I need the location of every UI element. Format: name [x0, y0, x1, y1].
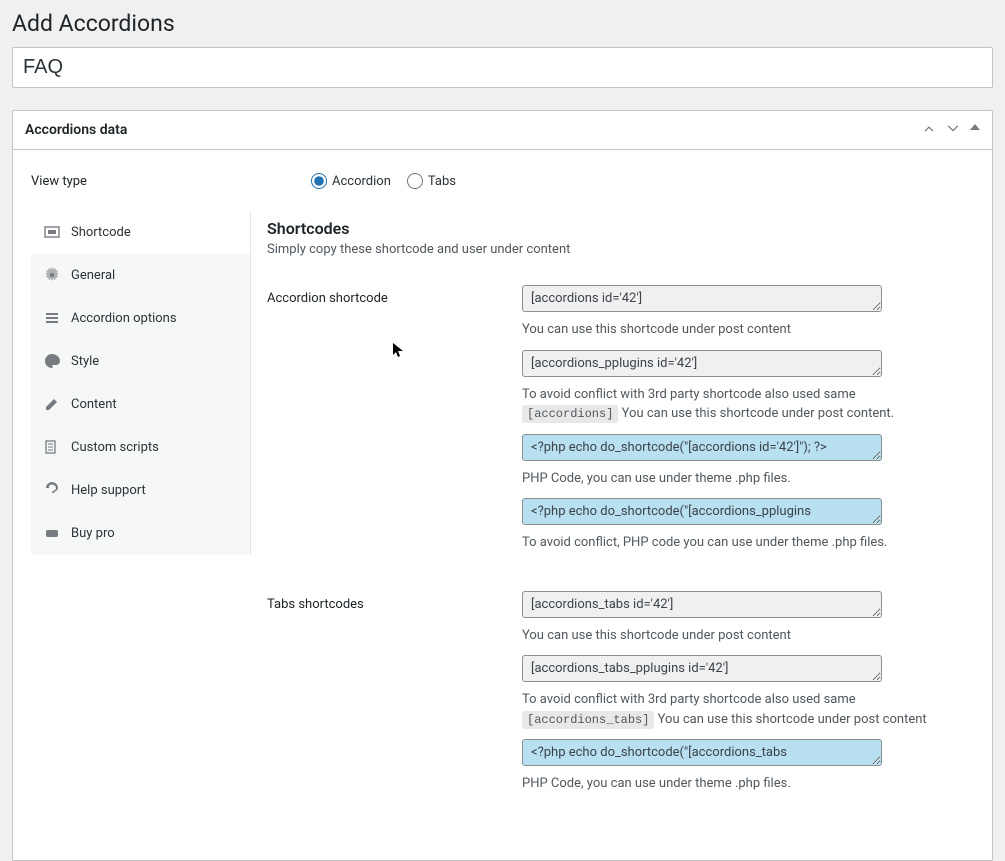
chevron-up-icon[interactable]: [922, 121, 936, 139]
palette-icon: [43, 352, 61, 370]
tabs-shortcode-input[interactable]: [accordions_tabs id='42']: [522, 591, 882, 618]
script-icon: [43, 438, 61, 456]
sidetab-label: Shortcode: [71, 225, 131, 240]
inline-code: [accordions_tabs]: [522, 711, 654, 729]
tabs-shortcode-label: Tabs shortcodes: [267, 591, 522, 612]
accordion-shortcode-alt-input[interactable]: [accordions_pplugins id='42']: [522, 350, 882, 377]
radio-accordion[interactable]: Accordion: [311, 173, 391, 189]
chevron-down-icon[interactable]: [946, 121, 960, 139]
radio-tabs-label: Tabs: [428, 174, 456, 189]
sidetab-label: General: [71, 268, 115, 283]
radio-tabs[interactable]: Tabs: [407, 173, 456, 189]
radio-accordion-input[interactable]: [311, 173, 327, 189]
sidetab-style[interactable]: Style: [31, 340, 250, 383]
sidetab-scripts[interactable]: Custom scripts: [31, 426, 250, 469]
sidetab-buypro[interactable]: Buy pro: [31, 512, 250, 555]
accordion-php-alt-input[interactable]: <?php echo do_shortcode("[accordions_ppl…: [522, 498, 882, 525]
accordion-php-input[interactable]: <?php echo do_shortcode("[accordions id=…: [522, 434, 882, 461]
sidetab-general[interactable]: General: [31, 254, 250, 297]
hint: You can use this shortcode under post co…: [522, 320, 942, 340]
accordion-shortcode-label: Accordion shortcode: [267, 285, 522, 306]
gear-icon: [43, 266, 61, 284]
sidetab-label: Custom scripts: [71, 440, 159, 455]
side-tabs: Shortcode General Accordion options: [31, 211, 251, 555]
view-type-row: View type Accordion Tabs: [31, 170, 974, 189]
sidetab-help[interactable]: Help support: [31, 469, 250, 512]
tabs-shortcode-row: Tabs shortcodes [accordions_tabs id='42'…: [267, 591, 970, 804]
list-icon: [43, 309, 61, 327]
accordions-data-panel: Accordions data View type: [12, 110, 993, 861]
accordion-shortcode-row: Accordion shortcode [accordions id='42']…: [267, 285, 970, 563]
shortcode-tabpanel: Shortcodes Simply copy these shortcode a…: [251, 211, 974, 840]
hint: PHP Code, you can use under theme .php f…: [522, 774, 942, 794]
hint: To avoid conflict with 3rd party shortco…: [522, 385, 942, 424]
sidetab-shortcode[interactable]: Shortcode: [31, 211, 250, 254]
panel-title: Accordions data: [25, 122, 127, 138]
sidetab-label: Style: [71, 354, 99, 369]
help-icon: [43, 481, 61, 499]
hint: To avoid conflict with 3rd party shortco…: [522, 690, 942, 729]
cart-icon: [43, 524, 61, 542]
inline-code: [accordions]: [522, 405, 618, 423]
panel-header: Accordions data: [13, 111, 992, 150]
shortcode-icon: [43, 223, 61, 241]
hint: You can use this shortcode under post co…: [522, 626, 942, 646]
accordion-shortcode-input[interactable]: [accordions id='42']: [522, 285, 882, 312]
sidetab-content[interactable]: Content: [31, 383, 250, 426]
tabs-php-input[interactable]: <?php echo do_shortcode("[accordions_tab…: [522, 739, 882, 766]
sidetab-label: Buy pro: [71, 526, 115, 541]
radio-tabs-input[interactable]: [407, 173, 423, 189]
triangle-toggle-icon[interactable]: [970, 121, 980, 139]
title-input[interactable]: [12, 47, 993, 88]
section-title: Shortcodes: [267, 219, 970, 238]
section-subtitle: Simply copy these shortcode and user und…: [267, 242, 970, 257]
edit-icon: [43, 395, 61, 413]
hint: PHP Code, you can use under theme .php f…: [522, 469, 942, 489]
tabs-shortcode-alt-input[interactable]: [accordions_tabs_pplugins id='42']: [522, 655, 882, 682]
sidetab-options[interactable]: Accordion options: [31, 297, 250, 340]
page-title: Add Accordions: [12, 0, 993, 47]
hint: To avoid conflict, PHP code you can use …: [522, 533, 942, 553]
sidetab-label: Accordion options: [71, 311, 177, 326]
sidetab-label: Help support: [71, 483, 146, 498]
view-type-label: View type: [31, 170, 311, 189]
radio-accordion-label: Accordion: [332, 174, 391, 189]
sidetab-label: Content: [71, 397, 117, 412]
